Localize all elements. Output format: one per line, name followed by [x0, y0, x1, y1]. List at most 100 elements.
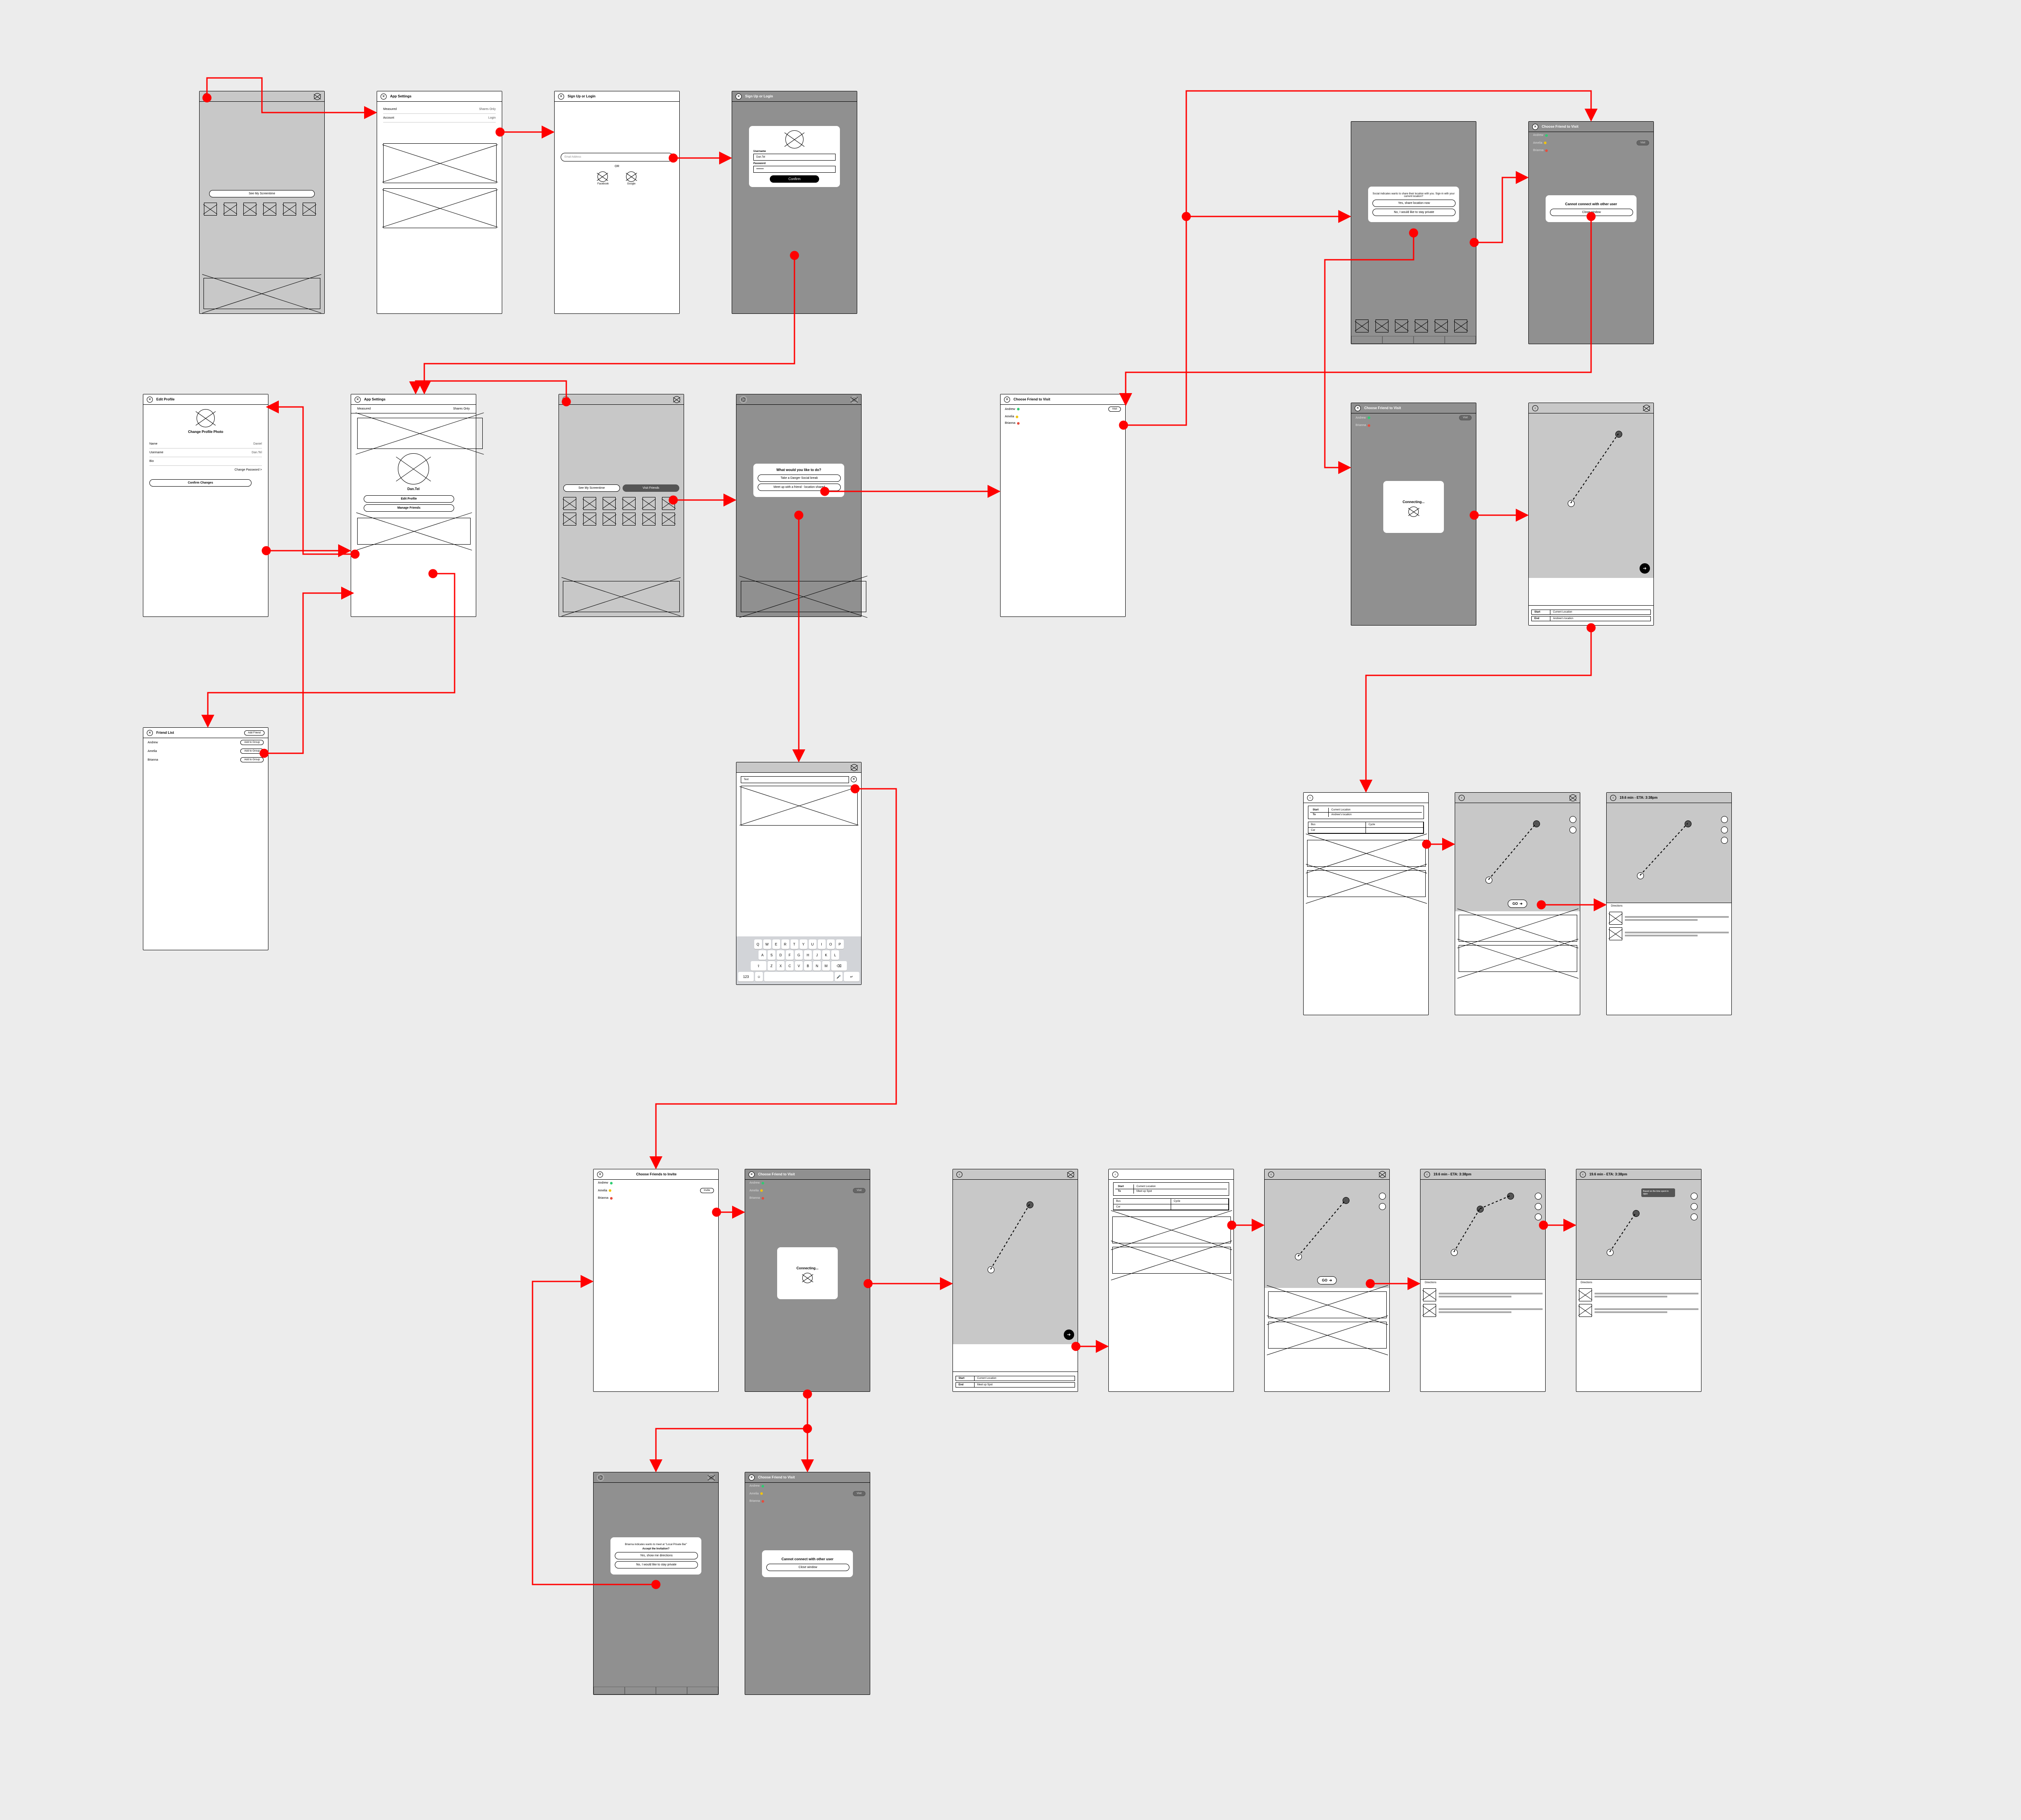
- app-slot[interactable]: [603, 497, 616, 510]
- close-icon[interactable]: ✕: [558, 94, 564, 100]
- see-screentime-button[interactable]: See My Screentime: [209, 190, 314, 197]
- direction-step[interactable]: [1579, 1288, 1698, 1301]
- transport-grid[interactable]: BusCycle Car: [1113, 1198, 1229, 1210]
- manage-friends-button[interactable]: Manage Friends: [364, 504, 454, 512]
- go-button[interactable]: GO➔: [1508, 900, 1527, 908]
- map-canvas[interactable]: Based on the time spent in apps: [1576, 1180, 1701, 1279]
- direction-step[interactable]: [1609, 912, 1729, 925]
- row-amelia[interactable]: AmeliaVisit: [745, 1489, 870, 1498]
- row-username[interactable]: UsernameDan.Tel: [149, 449, 262, 457]
- direction-step[interactable]: [1609, 927, 1729, 940]
- app-slot[interactable]: [303, 203, 316, 216]
- go-fab[interactable]: ➔: [1640, 563, 1650, 574]
- back-icon[interactable]: ‹: [1580, 1171, 1586, 1178]
- gear-icon[interactable]: [562, 396, 569, 403]
- cancel-icon[interactable]: [802, 1273, 813, 1283]
- no-stay-button[interactable]: No, I would like to stay private: [615, 1561, 698, 1568]
- app-slot[interactable]: [642, 497, 655, 510]
- row-brianna[interactable]: BriannaAdd to Group: [143, 755, 268, 764]
- app-slot[interactable]: [563, 497, 576, 510]
- row-amelia[interactable]: AmeliaAdd to Group: [143, 747, 268, 755]
- row-andrew[interactable]: AndrewVisit: [1001, 405, 1125, 413]
- row-amelia[interactable]: AmeliaVisit: [745, 1186, 870, 1195]
- google-icon[interactable]: [626, 171, 636, 182]
- see-screentime-tab[interactable]: See My Screentime: [563, 484, 620, 492]
- avatar-icon[interactable]: [673, 396, 680, 403]
- row-brianna[interactable]: Brianna: [594, 1195, 718, 1201]
- close-icon[interactable]: ✕: [749, 1171, 755, 1178]
- keyboard[interactable]: QWERTYUIOP ASDFGHJKL ⇧ZXCVBNM⌫ 123☺ 🎤↵: [736, 936, 861, 984]
- result-item[interactable]: [1112, 1247, 1231, 1274]
- avatar-icon[interactable]: [851, 764, 858, 771]
- row-amelia[interactable]: Amelia: [1001, 413, 1125, 420]
- back-icon[interactable]: ‹: [956, 1171, 962, 1178]
- route-end[interactable]: EndMeet up Spot: [956, 1382, 1075, 1388]
- close-window-button[interactable]: Close window: [1550, 209, 1633, 216]
- search-input[interactable]: Text: [741, 776, 849, 783]
- map-canvas[interactable]: ➔: [953, 1180, 1078, 1344]
- app-slot[interactable]: [623, 497, 636, 510]
- meetup-button[interactable]: Meet up with a friend - location shared: [758, 484, 841, 491]
- result-item[interactable]: [1268, 1291, 1387, 1318]
- result-item[interactable]: [1307, 870, 1426, 897]
- result-item[interactable]: [1268, 1322, 1387, 1349]
- map-canvas[interactable]: ➔: [1529, 413, 1653, 578]
- close-icon[interactable]: ✕: [147, 730, 153, 736]
- transport-grid[interactable]: BusCycle Car: [1308, 822, 1424, 834]
- change-photo-button[interactable]: Change Profile Photo: [188, 430, 223, 434]
- app-slot[interactable]: [204, 203, 217, 216]
- map-canvas[interactable]: GO➔: [1455, 803, 1580, 911]
- back-icon[interactable]: ‹: [1459, 795, 1465, 801]
- back-icon[interactable]: ‹: [1424, 1171, 1430, 1178]
- row-bio[interactable]: Bio: [149, 457, 262, 466]
- result-item[interactable]: [1459, 945, 1577, 972]
- close-icon[interactable]: ✕: [147, 397, 153, 403]
- back-icon[interactable]: ‹: [1268, 1171, 1274, 1178]
- gear-icon[interactable]: [203, 93, 210, 100]
- app-slot[interactable]: [642, 513, 655, 526]
- row-andrew[interactable]: Andrew: [594, 1180, 718, 1186]
- app-slot[interactable]: [263, 203, 276, 216]
- app-slot[interactable]: [563, 513, 576, 526]
- cancel-icon[interactable]: [1408, 507, 1419, 517]
- no-private-button[interactable]: No, I would like to stay private: [1372, 209, 1456, 216]
- go-fab[interactable]: ➔: [1064, 1330, 1074, 1340]
- direction-step[interactable]: [1579, 1304, 1698, 1317]
- direction-step[interactable]: [1423, 1288, 1543, 1301]
- row-andrew[interactable]: AndrewVisit: [1351, 413, 1476, 422]
- email-field[interactable]: Email Address: [561, 153, 673, 161]
- row-measured[interactable]: MeasuredShares Only: [383, 105, 496, 114]
- row-name[interactable]: NameDaniel: [149, 440, 262, 449]
- map-canvas[interactable]: [1607, 803, 1731, 903]
- back-icon[interactable]: ‹: [1112, 1171, 1118, 1178]
- row-amelia[interactable]: AmeliaVisit: [1529, 139, 1653, 147]
- username-input[interactable]: Dan.Tel: [753, 154, 836, 161]
- app-slot[interactable]: [243, 203, 256, 216]
- row-andrew[interactable]: AndrewAdd to Group: [143, 738, 268, 747]
- clear-icon[interactable]: ✕: [851, 776, 857, 782]
- app-slot[interactable]: [283, 203, 296, 216]
- avatar-icon[interactable]: [1569, 794, 1576, 801]
- app-slot[interactable]: [583, 513, 596, 526]
- solo-button[interactable]: Take a Danger Social break: [758, 474, 841, 482]
- app-slot[interactable]: [603, 513, 616, 526]
- add-friend-chip[interactable]: Add Friend: [244, 730, 265, 736]
- avatar-icon[interactable]: [1643, 405, 1650, 412]
- result-item[interactable]: [1307, 840, 1426, 867]
- close-icon[interactable]: ✕: [381, 94, 387, 100]
- route-start[interactable]: StartCurrent Location: [956, 1376, 1075, 1381]
- direction-step[interactable]: [1423, 1304, 1543, 1317]
- confirm-changes-button[interactable]: Confirm Changes: [149, 479, 252, 487]
- close-icon[interactable]: ✕: [749, 1475, 755, 1481]
- app-slot[interactable]: [224, 203, 237, 216]
- app-slot[interactable]: [583, 497, 596, 510]
- close-icon[interactable]: ✕: [1004, 397, 1010, 403]
- edit-profile-button[interactable]: Edit Profile: [364, 495, 454, 503]
- change-password-link[interactable]: Change Password >: [149, 466, 262, 474]
- row-account[interactable]: AccountLogin: [383, 114, 496, 123]
- map-canvas[interactable]: GO➔: [1265, 1180, 1389, 1288]
- result-item[interactable]: [1459, 915, 1577, 942]
- row-amelia[interactable]: AmeliaInvite: [594, 1186, 718, 1195]
- back-icon[interactable]: ‹: [1610, 795, 1616, 801]
- avatar-icon[interactable]: [314, 93, 321, 100]
